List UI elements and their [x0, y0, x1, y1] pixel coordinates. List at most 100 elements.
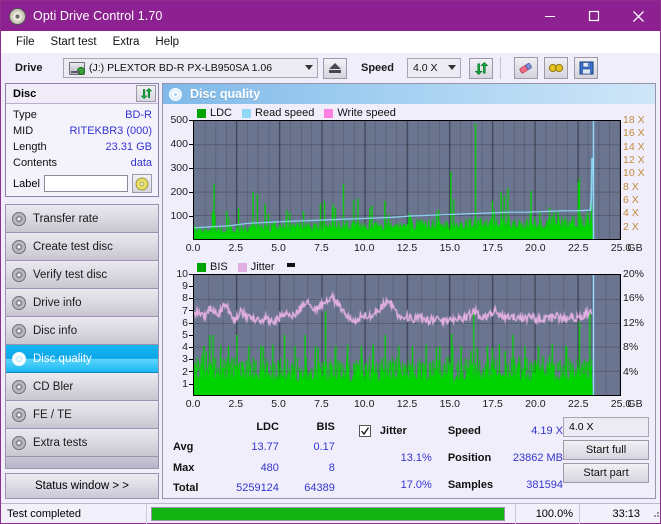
eject-button[interactable]	[323, 57, 347, 79]
sidebar-item-fe-te[interactable]: FE / TE	[6, 401, 158, 429]
sidebar-item-verify-test-disc[interactable]: Verify test disc	[6, 261, 158, 289]
disc-icon	[12, 323, 26, 338]
status-window-button[interactable]: Status window > >	[5, 473, 159, 499]
x-axis-unit-label: GB	[627, 398, 643, 410]
start-full-button[interactable]: Start full	[563, 440, 650, 460]
x-tick-label: 17.5	[482, 242, 503, 254]
sidebar-item-cd-bler[interactable]: CD Bler	[6, 373, 158, 401]
progress-bar-fill	[152, 507, 504, 520]
disc-refresh-button[interactable]	[136, 85, 156, 102]
disc-row-type: Type BD-R	[13, 108, 152, 123]
minimize-button[interactable]	[528, 1, 572, 31]
row-label-avg: Avg	[173, 441, 194, 454]
bis-chart[interactable]: BIS Jitter 1 2 3 4 5 6 7 8 9 10 4% 8% 12% 16% 20% 0.0…	[163, 260, 655, 412]
disc-icon	[12, 435, 26, 450]
sidebar-item-transfer-rate[interactable]: Transfer rate	[6, 205, 158, 233]
x-tick-label: 10.0	[353, 398, 375, 410]
menu-file[interactable]: File	[9, 34, 44, 50]
sidebar-item-extra-tests[interactable]: Extra tests	[6, 429, 158, 457]
drive-select[interactable]: (J:) PLEXTOR BD-R PX-LB950SA 1.06	[63, 58, 318, 78]
resize-grip[interactable]	[646, 507, 660, 520]
y2-tick-label: 10 X	[623, 167, 645, 180]
title-bar: Opti Drive Control 1.70	[1, 1, 660, 31]
y2-tick-label: 16 X	[623, 127, 645, 140]
menu-bar: File Start test Extra Help	[1, 31, 660, 53]
legend-swatch-write-speed	[324, 108, 334, 118]
disc-row-mid: MID RITEKBR3 (000)	[13, 124, 152, 139]
y-tick-label: 300	[170, 162, 193, 174]
charts-container: LDC Read speed Write speed 100 200 300 400 5…	[163, 104, 655, 412]
y2-tick-label: 16%	[623, 292, 645, 305]
legend-swatch-ldc	[197, 108, 206, 118]
status-message: Test completed	[1, 503, 147, 524]
x-tick-label: 5.0	[271, 242, 286, 254]
y2-tick-label: 8 X	[623, 180, 639, 193]
ldc-y2-axis: 2 X4 X6 X8 X 10 X 12 X 14 X 16 X 18 X	[621, 114, 655, 240]
ldc-bis-stats-table: LDC BIS Avg 13.77 0.17 Max 480 8 Total 5…	[171, 417, 337, 498]
settings-button[interactable]	[544, 57, 568, 79]
disc-icon	[12, 295, 26, 310]
test-controls: 4.0 X Start full Start part	[563, 417, 651, 498]
menu-help[interactable]: Help	[148, 34, 188, 50]
disc-contents-label: Contents	[13, 157, 58, 169]
sidebar-item-drive-info[interactable]: Drive info	[6, 289, 158, 317]
x-tick-label: 2.5	[228, 398, 244, 410]
sidebar-item-create-test-disc[interactable]: Create test disc	[6, 233, 158, 261]
col-header-bis: BIS	[316, 421, 335, 434]
legend-label-jitter: Jitter	[250, 261, 275, 273]
drive-toolbar: Drive (J:) PLEXTOR BD-R PX-LB950SA 1.06 …	[1, 53, 660, 83]
legend-label-ldc: LDC	[210, 107, 233, 119]
sidebar-label: Create test disc	[33, 240, 113, 253]
disc-type-label: Type	[13, 109, 37, 121]
x-tick-label: 20.0	[525, 398, 546, 410]
sidebar-item-disc-info[interactable]: Disc info	[6, 317, 158, 345]
disc-row-length: Length 23.31 GB	[13, 140, 152, 155]
speed-select-value: 4.0 X	[413, 62, 438, 74]
x-tick-label: 7.5	[314, 242, 329, 254]
menu-start-test[interactable]: Start test	[44, 34, 106, 50]
sidebar-label: Drive info	[33, 296, 82, 309]
disc-info-rows: Type BD-R MID RITEKBR3 (000) Length 23.3…	[6, 104, 158, 196]
maximize-button[interactable]	[572, 1, 616, 31]
y2-tick-label: 4 X	[623, 207, 639, 220]
legend-label-write-speed: Write speed	[337, 107, 396, 119]
sidebar-label: Extra tests	[33, 436, 88, 449]
y-tick-label: 10	[176, 268, 193, 280]
y-tick-label: 200	[170, 186, 193, 198]
disc-info-header: Disc	[6, 84, 158, 104]
x-tick-label: 15.0	[439, 398, 461, 410]
start-part-button[interactable]: Start part	[563, 463, 650, 483]
disc-icon	[12, 267, 26, 282]
disc-label-button[interactable]	[131, 174, 152, 193]
save-button[interactable]	[574, 57, 598, 79]
disc-icon	[12, 407, 26, 422]
legend-label-read-speed: Read speed	[255, 107, 315, 119]
x-tick-label: 0.0	[185, 398, 201, 410]
jitter-checkbox[interactable]	[358, 424, 371, 437]
y-tick-label: 9	[182, 280, 193, 292]
drive-icon	[69, 61, 85, 75]
toolbar-separator	[500, 57, 501, 79]
refresh-button[interactable]	[469, 57, 493, 79]
erase-button[interactable]	[514, 57, 538, 79]
x-tick-label: 2.5	[228, 242, 244, 254]
app-window: Opti Drive Control 1.70 File Start test …	[0, 0, 661, 524]
chevron-down-icon	[448, 65, 456, 70]
disc-label-input[interactable]	[43, 175, 128, 192]
ldc-chart[interactable]: LDC Read speed Write speed 100 200 300 400 5…	[163, 106, 655, 256]
sidebar-label: Disc quality	[33, 352, 92, 365]
row-label-total: Total	[173, 481, 199, 494]
x-tick-label: 15.0	[439, 242, 461, 254]
disc-info-box: Disc Type BD-R MID RITEKBR3 (000) Length…	[5, 83, 159, 197]
y2-tick-label: 12%	[623, 316, 645, 329]
sidebar-item-disc-quality[interactable]: Disc quality	[6, 345, 158, 373]
menu-extra[interactable]: Extra	[106, 34, 149, 50]
x-tick-label: 22.5	[567, 242, 589, 254]
close-button[interactable]	[616, 1, 660, 31]
speed-select[interactable]: 4.0 X	[407, 58, 461, 78]
avg-ldc-value: 13.77	[251, 441, 279, 454]
disc-icon	[12, 211, 26, 226]
disc-label-row: Label	[13, 174, 152, 193]
test-speed-select[interactable]: 4.0 X	[563, 417, 650, 437]
y2-tick-label: 20%	[623, 268, 645, 280]
